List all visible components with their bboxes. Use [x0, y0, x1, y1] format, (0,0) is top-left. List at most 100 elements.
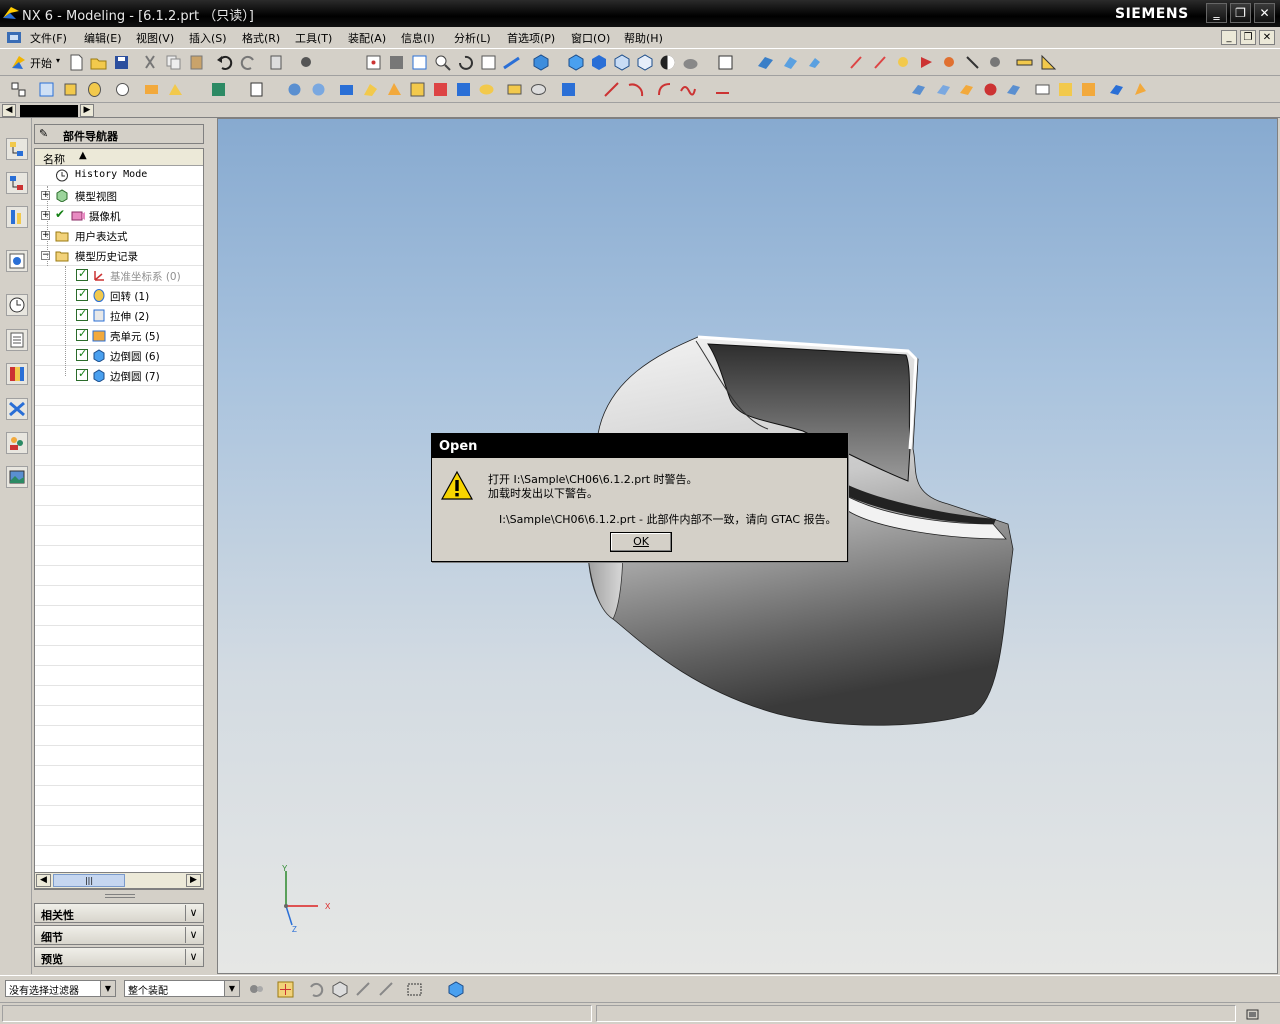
select-curve-icon[interactable] [355, 981, 372, 998]
chevron-down-icon[interactable]: ▼ [224, 981, 239, 996]
visibility-checkbox[interactable] [76, 307, 88, 321]
curve-icon[interactable] [656, 81, 673, 98]
cylinder-icon[interactable] [248, 81, 265, 98]
face-analysis-icon[interactable] [682, 54, 699, 71]
repeat-command-icon[interactable] [268, 54, 285, 71]
menu-window[interactable]: 窗口(O) [571, 30, 610, 46]
menu-help[interactable]: 帮助(H) [624, 30, 663, 46]
close-button[interactable]: ✕ [1254, 3, 1275, 23]
history-tab[interactable] [6, 294, 28, 316]
mdi-close-button[interactable]: ✕ [1259, 30, 1275, 45]
snap-point-toggle-icon[interactable] [277, 981, 294, 998]
tree-row-extrude[interactable]: 拉伸 (2) [35, 306, 203, 326]
restore-button[interactable]: ❐ [1230, 3, 1251, 23]
pan-icon[interactable] [480, 54, 497, 71]
start-icon[interactable] [10, 54, 27, 71]
zoom-window-icon[interactable] [388, 54, 405, 71]
filter-settings-icon[interactable] [248, 981, 265, 998]
visibility-checkbox[interactable] [76, 327, 88, 341]
undo-selection-icon[interactable] [307, 981, 324, 998]
shaded-cube-icon[interactable] [567, 54, 584, 71]
expand-icon[interactable]: + [41, 231, 50, 240]
pin-icon[interactable]: ✎ [39, 127, 53, 141]
tree-row-history-mode[interactable]: History Mode [35, 166, 203, 186]
menu-insert[interactable]: 插入(S) [189, 30, 227, 46]
system-materials-tab[interactable] [6, 329, 28, 351]
tree-row-edge-blend-7[interactable]: 边倒圆 (7) [35, 366, 203, 386]
tree-row-datum-csys[interactable]: 基准坐标系 (0) [35, 266, 203, 286]
roles-people-tab[interactable] [6, 432, 28, 454]
snap-point-icon[interactable] [848, 54, 865, 71]
roles-tab[interactable] [6, 363, 28, 385]
block-icon[interactable] [210, 81, 227, 98]
extrude-icon[interactable] [62, 81, 79, 98]
scroll-right-button[interactable]: ▶ [186, 874, 201, 887]
tree-row-model-history[interactable]: − 模型历史记录 [35, 246, 203, 266]
visibility-checkbox[interactable] [76, 267, 88, 281]
details-panel[interactable]: 细节 ∨ [34, 925, 204, 945]
cut-icon[interactable] [142, 54, 159, 71]
dependencies-panel[interactable]: 相关性 ∨ [34, 903, 204, 923]
mirror-icon[interactable] [506, 81, 523, 98]
trim-body-icon[interactable] [432, 81, 449, 98]
perspective-icon[interactable] [503, 54, 520, 71]
menu-assemblies[interactable]: 装配(A) [348, 30, 386, 46]
fit-view-icon[interactable] [365, 54, 382, 71]
menu-format[interactable]: 格式(R) [242, 30, 280, 46]
select-faces-icon[interactable] [918, 54, 935, 71]
offset-surface-icon[interactable] [1108, 81, 1125, 98]
dialog-title-bar[interactable]: Open [432, 434, 847, 458]
visibility-checkbox[interactable] [76, 287, 88, 301]
scroll-thumb[interactable]: ||| [53, 874, 125, 887]
chevron-down-icon[interactable]: ▼ [100, 981, 115, 996]
menu-view[interactable]: 视图(V) [136, 30, 174, 46]
tree-row-revolve[interactable]: 回转 (1) [35, 286, 203, 306]
minimize-button[interactable]: ‗ [1206, 3, 1227, 23]
sew-icon[interactable] [560, 81, 577, 98]
reuse-library-tab[interactable] [6, 206, 28, 228]
n-sided-surface-icon[interactable] [982, 81, 999, 98]
sketch-icon[interactable] [38, 81, 55, 98]
extract-geometry-icon[interactable] [1034, 81, 1051, 98]
redo-icon[interactable] [240, 54, 257, 71]
open-folder-icon[interactable] [90, 54, 107, 71]
tree-row-user-expressions[interactable]: + 用户表达式 [35, 226, 203, 246]
shaded-cube-icon[interactable] [447, 981, 464, 998]
subtract-icon[interactable] [310, 81, 327, 98]
measure-distance-icon[interactable] [1016, 54, 1033, 71]
new-file-icon[interactable] [68, 54, 85, 71]
hole-icon[interactable] [114, 81, 131, 98]
offset-face-icon[interactable] [478, 81, 495, 98]
ok-button[interactable]: OK [610, 532, 672, 552]
sheet-from-curves-icon[interactable] [1080, 81, 1097, 98]
fullscreen-icon[interactable] [1244, 1006, 1261, 1023]
revolve-icon[interactable] [86, 81, 103, 98]
studio-icon[interactable] [659, 54, 676, 71]
layer-settings-icon[interactable] [10, 81, 27, 98]
pattern-icon[interactable] [530, 81, 547, 98]
menu-file[interactable]: 文件(F) [30, 30, 67, 46]
snap-end-icon[interactable] [872, 54, 889, 71]
app-menu-icon[interactable] [6, 30, 24, 46]
collapse-icon[interactable]: − [41, 251, 50, 260]
background-icon[interactable] [717, 54, 734, 71]
split-body-icon[interactable] [455, 81, 472, 98]
visibility-checkbox[interactable] [76, 347, 88, 361]
bounded-plane-icon[interactable] [1005, 81, 1022, 98]
save-icon[interactable] [113, 54, 130, 71]
zoom-icon[interactable] [411, 54, 428, 71]
assembly-navigator-tab[interactable] [6, 138, 28, 160]
menu-analysis[interactable]: 分析(L) [454, 30, 491, 46]
tree-row-model-views[interactable]: + 模型视图 [35, 186, 203, 206]
copy-icon[interactable] [165, 54, 182, 71]
trimmed-sheet-icon[interactable] [1132, 81, 1149, 98]
spline-icon[interactable] [679, 81, 696, 98]
edge-blend-icon[interactable] [338, 81, 355, 98]
tab-scroll-left-button[interactable]: ◀ [2, 104, 16, 117]
unite-icon[interactable] [286, 81, 303, 98]
preview-panel[interactable]: 预览 ∨ [34, 947, 204, 967]
orient-view-icon[interactable] [532, 54, 549, 71]
start-menu-button[interactable]: 开始 [30, 55, 52, 71]
draft-icon[interactable] [386, 81, 403, 98]
chamfer-icon[interactable] [362, 81, 379, 98]
